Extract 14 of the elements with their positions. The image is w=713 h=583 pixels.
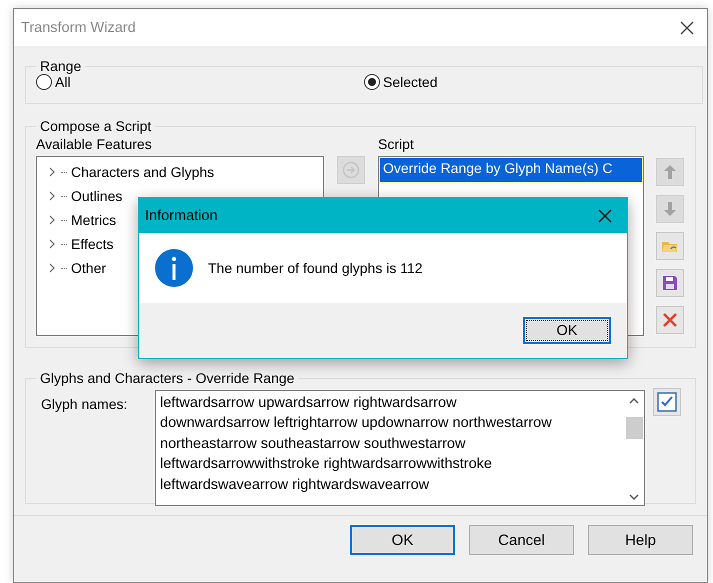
dialog-title: Information (145, 208, 218, 224)
group-title: Glyphs and Characters - Override Range (39, 370, 296, 386)
text-line: leftwardswavearrow rightwardswavearrow (160, 476, 430, 495)
list-label: Available Features (36, 136, 153, 153)
window-title: Transform Wizard (21, 20, 136, 36)
text-line: downwardsarrow leftrightarrow updownarrow northwestarrow (160, 414, 553, 434)
text-line: leftwardsarrowwithstroke rightwardsarrowwithstroke (160, 455, 493, 474)
list-label: Script (378, 136, 415, 153)
dialog-message: The number of found glyphs is 112 (208, 260, 423, 276)
group-title: Range (39, 58, 82, 74)
field-label: Glyph names: (40, 395, 128, 412)
text-line: northeastarrow southeastarrow southwestarrow (160, 434, 466, 454)
text-line: leftwardsarrow upwardsarrow rightwardsarrow (160, 394, 458, 413)
group-title: Compose a Script (39, 118, 152, 134)
